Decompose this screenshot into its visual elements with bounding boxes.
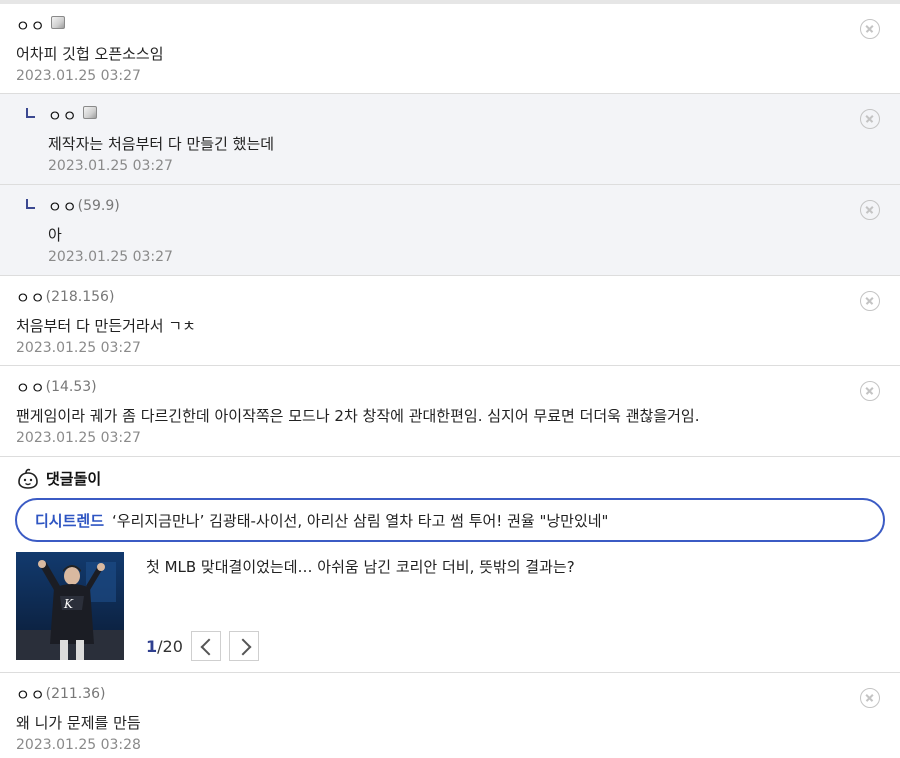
dol-header: 댓글돌이 bbox=[16, 466, 101, 490]
ip-address: (14.53) bbox=[45, 379, 97, 395]
comment-item: ㅇㅇ (218.156) 처음부터 다 만든거라서 ㄱㅊ 2023.01.25 … bbox=[0, 276, 900, 366]
comment-date: 2023.01.25 03:27 bbox=[16, 340, 141, 356]
trend-link[interactable]: 디시트렌드 ‘우리지금만나’ 김광태-사이선, 아리산 삼림 열차 타고 썸 투… bbox=[15, 498, 885, 542]
delete-comment-button[interactable] bbox=[860, 19, 880, 39]
member-badge-icon bbox=[82, 105, 97, 119]
page-total: /20 bbox=[157, 636, 183, 656]
delete-comment-button[interactable] bbox=[860, 688, 880, 708]
trend-label: 디시트렌드 bbox=[35, 511, 105, 530]
chevron-left-icon[interactable] bbox=[190, 631, 221, 661]
baseball-player-image: K bbox=[16, 552, 124, 660]
delete-comment-button[interactable] bbox=[860, 200, 880, 220]
comment-text: 제작자는 처음부터 다 만들긴 했는데 bbox=[48, 135, 275, 153]
ip-address: (59.9) bbox=[77, 198, 120, 214]
nickname[interactable]: ㅇㅇ bbox=[48, 105, 78, 126]
comment-date: 2023.01.25 03:27 bbox=[48, 249, 173, 265]
comment-item: ㅇㅇ (211.36) 왜 니가 문제를 만듬 2023.01.25 03:28 bbox=[0, 673, 900, 758]
comment-header: ㅇㅇ (218.156) bbox=[16, 287, 114, 307]
comment-header: ㅇㅇ (14.53) bbox=[16, 377, 97, 397]
ip-address: (218.156) bbox=[45, 289, 115, 305]
nickname[interactable]: ㅇㅇ bbox=[16, 15, 46, 36]
comment-text: 처음부터 다 만든거라서 ㄱㅊ bbox=[16, 317, 196, 335]
comment-header: ㅇㅇ (59.9) bbox=[48, 196, 120, 216]
comment-text: 팬게임이라 궤가 좀 다르긴한데 아이작쪽은 모드나 2차 창작에 관대한편임.… bbox=[16, 407, 700, 425]
comment-header: ㅇㅇ (211.36) bbox=[16, 684, 106, 704]
comment-date: 2023.01.25 03:27 bbox=[16, 68, 141, 84]
comment-date: 2023.01.25 03:27 bbox=[48, 158, 173, 174]
comment-item: ㅇㅇ (14.53) 팬게임이라 궤가 좀 다르긴한데 아이작쪽은 모드나 2차… bbox=[0, 366, 900, 457]
chevron-right-icon[interactable] bbox=[228, 631, 259, 661]
nickname[interactable]: ㅇㅇ bbox=[16, 377, 46, 398]
news-headline[interactable]: 첫 MLB 맞대결이었는데… 아쉬움 남긴 코리안 더비, 뜻밖의 결과는? bbox=[146, 556, 575, 577]
comment-date: 2023.01.25 03:28 bbox=[16, 737, 141, 753]
news-thumbnail[interactable]: K bbox=[16, 552, 124, 660]
page-current: 1 bbox=[146, 636, 158, 656]
dol-face-icon bbox=[18, 468, 38, 489]
comment-header: ㅇㅇ bbox=[16, 15, 65, 35]
reply-arrow-icon bbox=[26, 108, 35, 118]
nickname[interactable]: ㅇㅇ bbox=[16, 287, 46, 308]
reply-arrow-icon bbox=[26, 199, 35, 209]
delete-comment-button[interactable] bbox=[860, 291, 880, 311]
reply-item: ㅇㅇ (59.9) 아 2023.01.25 03:27 bbox=[0, 185, 900, 276]
nickname[interactable]: ㅇㅇ bbox=[16, 684, 46, 705]
comment-text: 어차피 깃헙 오픈소스임 bbox=[16, 45, 164, 63]
comment-text: 아 bbox=[48, 226, 62, 244]
comment-item: ㅇㅇ 어차피 깃헙 오픈소스임 2023.01.25 03:27 bbox=[0, 4, 900, 94]
trend-headline: ‘우리지금만나’ 김광태-사이선, 아리산 삼림 열차 타고 썸 투어! 권율 … bbox=[112, 511, 609, 530]
comment-header: ㅇㅇ bbox=[48, 105, 97, 125]
ip-address: (211.36) bbox=[45, 686, 106, 702]
delete-comment-button[interactable] bbox=[860, 109, 880, 129]
nickname[interactable]: ㅇㅇ bbox=[48, 196, 78, 217]
pager: 1 /20 bbox=[146, 631, 259, 661]
delete-comment-button[interactable] bbox=[860, 381, 880, 401]
comment-date: 2023.01.25 03:27 bbox=[16, 430, 141, 446]
reply-item: ㅇㅇ 제작자는 처음부터 다 만들긴 했는데 2023.01.25 03:27 bbox=[0, 94, 900, 185]
member-badge-icon bbox=[50, 15, 65, 29]
dol-title: 댓글돌이 bbox=[46, 469, 102, 488]
svg-text:K: K bbox=[63, 597, 74, 611]
comment-text: 왜 니가 문제를 만듬 bbox=[16, 714, 141, 732]
